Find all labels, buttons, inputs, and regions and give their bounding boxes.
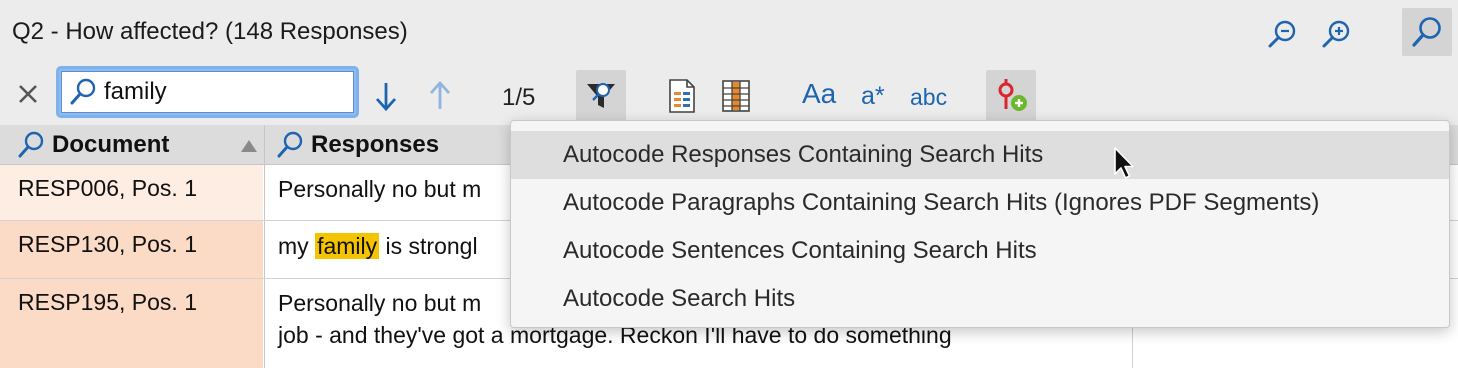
autocode-menu: Autocode Responses Containing Search Hit… (510, 120, 1450, 328)
filter-hits-button[interactable] (576, 70, 626, 122)
next-hit-button[interactable] (370, 78, 402, 114)
table-view-button[interactable] (716, 74, 756, 118)
document-grid-icon (669, 79, 695, 113)
document-cell: RESP130, Pos. 1 (0, 221, 263, 278)
close-icon (19, 85, 37, 103)
search-input[interactable] (104, 78, 344, 106)
zoom-out-button[interactable] (1264, 16, 1300, 52)
search-hit-highlight: family (315, 233, 380, 259)
search-field (61, 71, 354, 113)
arrow-up-icon (429, 80, 451, 109)
whole-word-button[interactable]: abc (910, 84, 947, 111)
response-text-after: is strongl (379, 233, 478, 259)
mouse-cursor-icon (1114, 147, 1134, 179)
zoom-out-icon (1268, 20, 1296, 48)
table-grid-icon (722, 80, 750, 112)
toggle-search-button[interactable] (1402, 8, 1452, 56)
arrow-down-icon (375, 83, 397, 112)
document-label: RESP195, Pos. 1 (18, 289, 197, 315)
column-header-label: Responses (311, 130, 440, 158)
zoom-in-button[interactable] (1318, 16, 1354, 52)
menu-item-autocode-responses[interactable]: Autocode Responses Containing Search Hit… (511, 131, 1449, 179)
document-label: RESP006, Pos. 1 (18, 175, 197, 201)
wildcard-button[interactable]: a* (861, 82, 885, 111)
response-text-before: my (278, 233, 316, 259)
menu-item-autocode-search-hits[interactable]: Autocode Search Hits (511, 275, 1449, 323)
previous-hit-button[interactable] (424, 78, 456, 114)
document-cell: RESP195, Pos. 1 (0, 279, 263, 368)
zoom-in-icon (1322, 20, 1350, 48)
match-case-button[interactable]: Aa (802, 78, 836, 110)
autocode-icon (998, 79, 1027, 111)
sort-ascending-icon (241, 140, 257, 152)
search-icon (277, 131, 303, 157)
close-search-button[interactable] (14, 80, 42, 108)
search-icon (1412, 17, 1441, 47)
column-header-document[interactable]: Document (0, 125, 264, 165)
search-field-container (56, 66, 359, 118)
menu-item-autocode-paragraphs[interactable]: Autocode Paragraphs Containing Search Hi… (511, 179, 1449, 227)
menu-item-autocode-sentences[interactable]: Autocode Sentences Containing Search Hit… (511, 227, 1449, 275)
response-text: Personally no but m (278, 176, 482, 202)
document-view-button[interactable] (662, 74, 702, 118)
filter-icon (587, 83, 615, 108)
document-label: RESP130, Pos. 1 (18, 231, 197, 257)
document-cell: RESP006, Pos. 1 (0, 165, 263, 220)
search-icon (70, 78, 96, 105)
autocode-button[interactable] (986, 70, 1036, 122)
window-title: Q2 - How affected? (148 Responses) (12, 18, 408, 45)
hit-counter: 1/5 (502, 84, 536, 111)
column-header-label: Document (52, 130, 170, 158)
search-icon (18, 131, 44, 157)
